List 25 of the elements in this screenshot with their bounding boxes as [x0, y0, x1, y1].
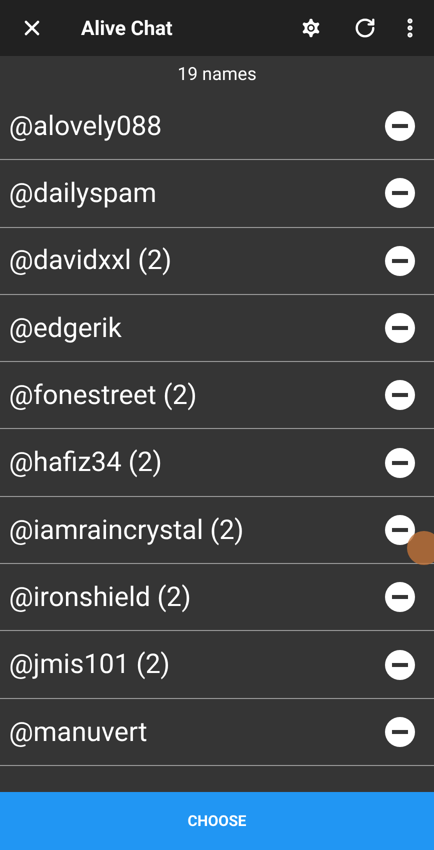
remove-icon[interactable]: [385, 246, 415, 276]
window-title: Alive Chat: [81, 15, 173, 42]
username: @manuvert: [9, 714, 148, 750]
username: @ironshield (2): [9, 580, 192, 615]
username: @dailyspam: [9, 176, 158, 212]
username: @iamraincrystal (2): [9, 512, 245, 548]
username: @alovely088: [9, 108, 163, 144]
remove-icon[interactable]: [385, 178, 415, 208]
choose-button[interactable]: CHOOSE: [0, 792, 434, 850]
remove-icon[interactable]: [385, 514, 415, 545]
name-count: 19 names: [177, 63, 257, 87]
refresh-icon[interactable]: [354, 17, 376, 39]
username: @fonestreet (2): [9, 378, 198, 414]
remove-icon[interactable]: [385, 111, 415, 142]
remove-icon[interactable]: [385, 716, 415, 747]
remove-icon[interactable]: [385, 448, 415, 478]
username: @davidxxl (2): [9, 243, 173, 278]
remove-icon[interactable]: [385, 582, 415, 612]
remove-icon[interactable]: [385, 380, 415, 410]
username: @hafiz34 (2): [9, 445, 164, 480]
remove-icon[interactable]: [385, 313, 415, 344]
username: @edgerik: [9, 310, 123, 346]
remove-icon[interactable]: [385, 650, 415, 680]
touch-indicator: [407, 531, 434, 565]
username: @jmis101 (2): [9, 647, 171, 682]
